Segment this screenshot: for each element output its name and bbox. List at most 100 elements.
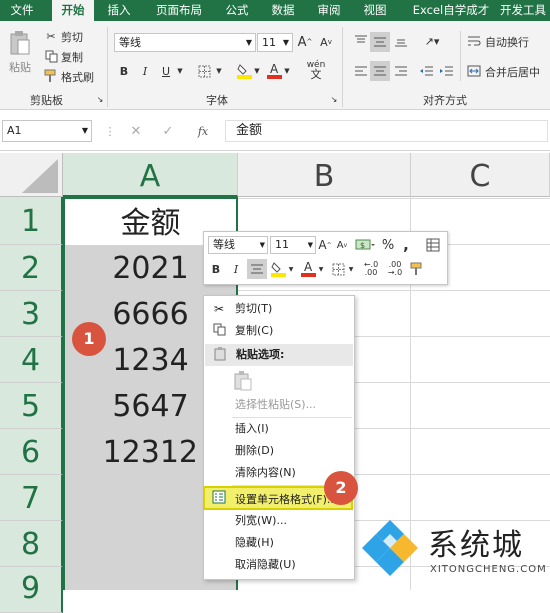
row-header-9[interactable]: 9 [0, 567, 63, 613]
clipboard-launcher-icon[interactable]: ↘ [96, 95, 104, 104]
row-header-3[interactable]: 3 [0, 291, 63, 337]
menu-item-cut[interactable]: ✂ 剪切(T) [204, 298, 354, 320]
menu-item-unhide[interactable]: 取消隐藏(U) [204, 554, 354, 576]
tab-view[interactable]: 视图 [356, 0, 394, 21]
mini-font-color-icon[interactable]: A [300, 259, 316, 278]
mini-currency-icon[interactable]: $ [354, 236, 376, 254]
mini-decrease-decimal-icon[interactable]: .00 →.0 [384, 260, 406, 278]
mini-align-center-icon[interactable] [247, 259, 267, 279]
row-header-5[interactable]: 5 [0, 383, 63, 429]
bold-button[interactable]: B [116, 63, 132, 79]
wrap-text-icon[interactable] [466, 33, 482, 49]
menu-item-label: 剪切(T) [235, 302, 273, 315]
shrink-font-icon[interactable]: Av [318, 34, 334, 50]
tab-insert[interactable]: 插入 [100, 0, 138, 21]
step-1-badge: 1 [72, 322, 106, 356]
mini-bold-button[interactable]: B [208, 260, 224, 278]
chevron-down-icon[interactable]: ▼ [283, 63, 291, 79]
menu-item-hide[interactable]: 隐藏(H) [204, 532, 354, 554]
mini-italic-button[interactable]: I [228, 260, 244, 278]
tab-review[interactable]: 审阅 [310, 0, 348, 21]
menu-item-insert[interactable]: 插入(I) [204, 418, 354, 440]
cancel-icon[interactable]: ✕ [128, 123, 144, 139]
mini-grow-font-icon[interactable]: A ^ [318, 237, 332, 253]
tab-data[interactable]: 数据 [264, 0, 302, 21]
row-header-1[interactable]: 1 [0, 197, 63, 245]
format-painter-icon [43, 68, 59, 84]
select-all-corner[interactable] [0, 153, 63, 197]
enter-icon[interactable]: ✓ [160, 123, 176, 139]
wrap-text-button[interactable]: 自动换行 [485, 34, 529, 50]
ribbon-home: 粘贴 ✂ 剪切 复制 格式刷 剪贴板 ↘ 等线 ▼ 11 ▼ A ^ Av B I… [0, 21, 550, 110]
mini-format-table-icon[interactable] [424, 236, 442, 254]
chevron-down-icon[interactable]: ▼ [176, 63, 184, 79]
menu-item-copy[interactable]: 复制(C) [204, 320, 354, 342]
merge-center-button[interactable]: 合并后居中 [485, 64, 540, 80]
font-name-select[interactable]: 等线 ▼ [114, 33, 256, 52]
align-left-icon[interactable] [352, 63, 370, 79]
mini-comma-icon[interactable]: , [400, 236, 412, 254]
paste-icon[interactable] [8, 29, 32, 57]
row-header-4[interactable]: 4 [0, 337, 63, 383]
cut-button[interactable]: 剪切 [61, 29, 83, 45]
row-header-8[interactable]: 8 [0, 521, 63, 567]
row-header-7[interactable]: 7 [0, 475, 63, 521]
row-header-2[interactable]: 2 [0, 245, 63, 291]
step-2-badge: 2 [324, 471, 358, 505]
menu-header-paste-options: 粘贴选项: [205, 344, 353, 366]
grow-font-icon[interactable]: A ^ [297, 34, 313, 50]
font-launcher-icon[interactable]: ↘ [330, 95, 338, 104]
menu-item-paste-special[interactable]: 选择性粘贴(S)... [204, 394, 354, 416]
formula-input[interactable]: 金额 [225, 120, 548, 142]
column-header-a[interactable]: A [63, 153, 238, 197]
align-bottom-icon[interactable] [392, 33, 410, 49]
italic-button[interactable]: I [137, 63, 153, 79]
mini-size-select[interactable]: 11 ▼ [270, 236, 316, 254]
underline-button[interactable]: U [158, 63, 174, 79]
tab-excel-self-study[interactable]: Excel自学成才 [402, 0, 500, 21]
merge-center-icon[interactable] [466, 63, 482, 79]
menu-item-column-width[interactable]: 列宽(W)... [204, 510, 354, 532]
column-header-c[interactable]: C [411, 153, 550, 197]
copy-button[interactable]: 复制 [61, 49, 83, 65]
font-group-label: 字体 [206, 94, 228, 107]
chevron-down-icon[interactable]: ▼ [215, 63, 223, 79]
tab-formulas[interactable]: 公式 [218, 0, 256, 21]
phonetic-icon[interactable]: wén 文 [303, 59, 329, 81]
borders-icon[interactable] [196, 63, 212, 79]
name-box[interactable]: A1 ▼ [2, 120, 92, 142]
format-painter-button[interactable]: 格式刷 [61, 69, 94, 85]
tab-page-layout[interactable]: 页面布局 [148, 0, 210, 21]
mini-borders-icon[interactable] [330, 260, 346, 278]
chevron-down-icon: ▼ [282, 38, 289, 47]
align-right-icon[interactable] [392, 63, 410, 79]
column-header-b[interactable]: B [238, 153, 411, 197]
insert-function-icon[interactable]: fx [194, 123, 212, 139]
increase-indent-icon[interactable] [438, 63, 456, 79]
paste-label[interactable]: 粘贴 [9, 59, 31, 75]
decrease-indent-icon[interactable] [418, 63, 436, 79]
tab-developer[interactable]: 开发工具 [500, 0, 550, 21]
chevron-down-icon[interactable]: ▼ [317, 260, 325, 278]
menu-item-delete[interactable]: 删除(D) [204, 440, 354, 462]
align-center-icon[interactable] [370, 61, 390, 81]
tab-file[interactable]: 文件 [0, 0, 44, 21]
font-color-icon[interactable]: A [266, 61, 282, 79]
orientation-icon[interactable]: ↗▾ [420, 33, 444, 49]
mini-percent-icon[interactable]: % [380, 236, 396, 254]
chevron-down-icon[interactable]: ▼ [253, 63, 261, 79]
fill-color-icon[interactable] [236, 61, 252, 79]
mini-shrink-font-icon[interactable]: Av [335, 237, 349, 253]
chevron-down-icon[interactable]: ▼ [347, 260, 355, 278]
row-header-6[interactable]: 6 [0, 429, 63, 475]
mini-format-painter-icon[interactable] [408, 260, 426, 278]
mini-fill-color-icon[interactable] [270, 259, 286, 278]
menu-item-paste-option[interactable] [204, 368, 354, 394]
align-top-icon[interactable] [352, 33, 370, 49]
mini-increase-decimal-icon[interactable]: ←.0.00 [360, 260, 382, 278]
tab-home[interactable]: 开始 [52, 0, 94, 21]
align-middle-icon[interactable] [370, 32, 390, 52]
font-size-select[interactable]: 11 ▼ [257, 33, 293, 52]
mini-font-select[interactable]: 等线 ▼ [208, 236, 268, 254]
chevron-down-icon[interactable]: ▼ [287, 260, 295, 278]
